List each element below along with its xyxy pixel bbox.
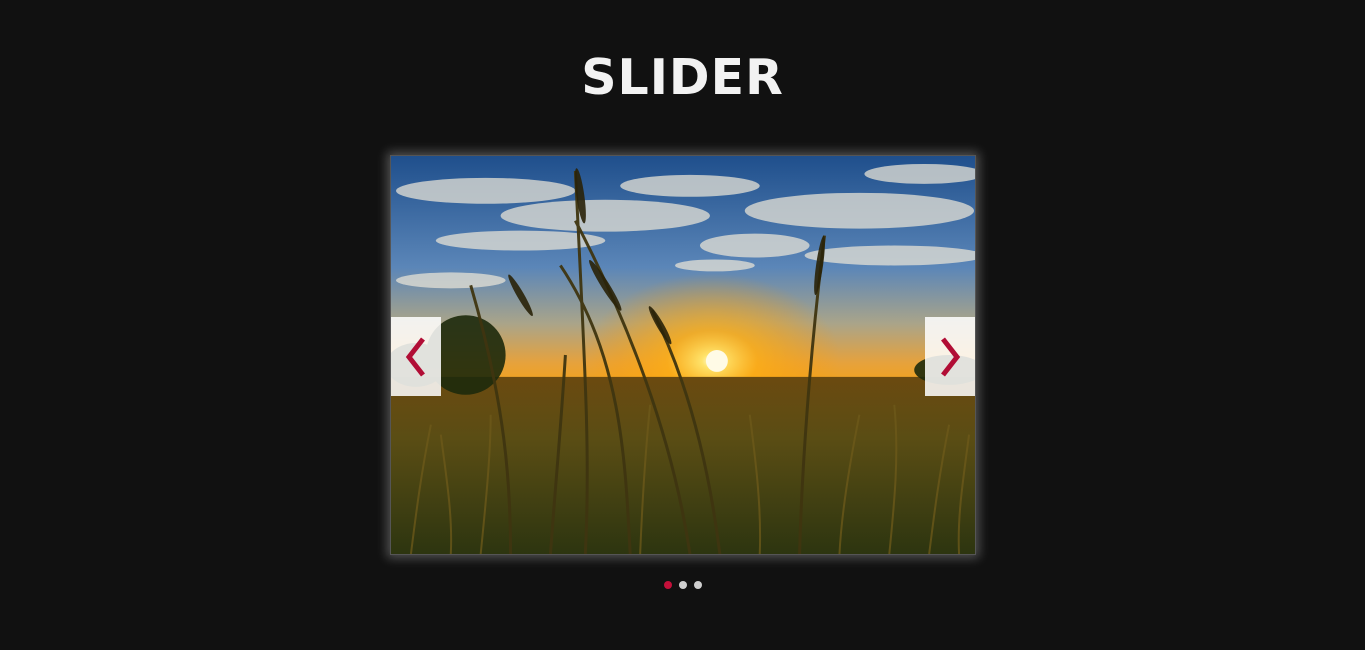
slide-dot-3[interactable] xyxy=(693,581,702,589)
page-title: SLIDER xyxy=(581,49,784,106)
slide-dot-1[interactable] xyxy=(663,581,672,589)
page: SLIDER xyxy=(0,0,1365,650)
slide-image xyxy=(391,156,975,554)
slide-dot-2[interactable] xyxy=(678,581,687,589)
chevron-right-icon xyxy=(935,334,965,380)
slide-pagination xyxy=(0,581,1365,589)
image-slider xyxy=(390,155,976,555)
chevron-left-icon xyxy=(401,334,431,380)
next-slide-button[interactable] xyxy=(925,317,975,396)
previous-slide-button[interactable] xyxy=(391,317,441,396)
